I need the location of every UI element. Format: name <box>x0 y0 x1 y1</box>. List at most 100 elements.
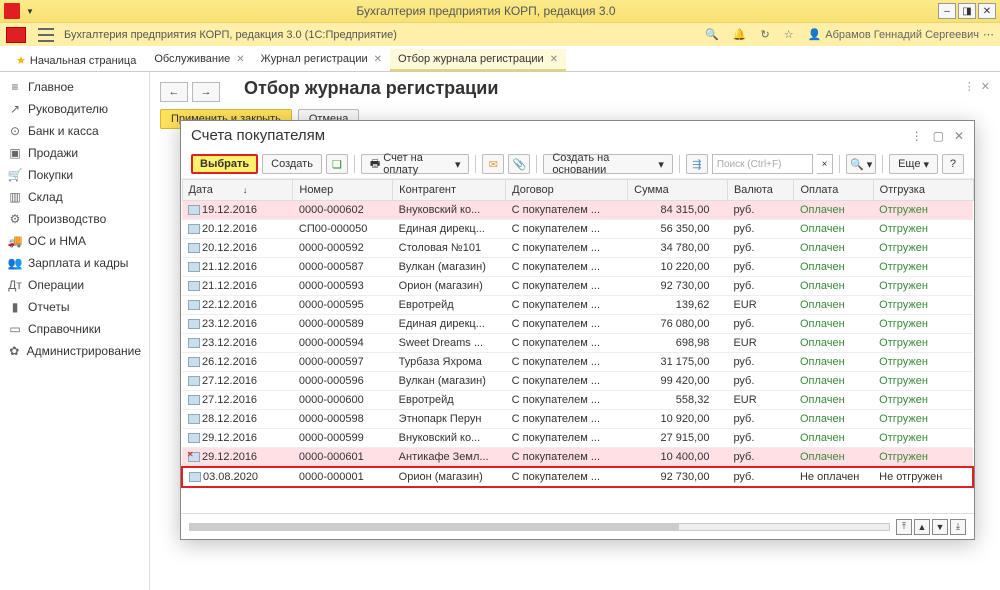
goto-top-button[interactable]: ⤒ <box>896 519 912 535</box>
sidebar-item[interactable]: 👥Зарплата и кадры <box>0 252 149 274</box>
tab-home[interactable]: ★ Начальная страница <box>6 50 146 71</box>
sidebar-item[interactable]: ↗Руководителю <box>0 98 149 120</box>
col-counterparty[interactable]: Контрагент <box>393 180 506 201</box>
maximize-button[interactable]: ◨ <box>958 3 976 19</box>
table-row[interactable]: 23.12.20160000-000589Единая дирекц...С п… <box>182 315 973 334</box>
col-contract[interactable]: Договор <box>506 180 628 201</box>
tab-close-icon[interactable]: ✕ <box>236 54 244 65</box>
col-currency[interactable]: Валюта <box>727 180 794 201</box>
email-button[interactable]: ✉ <box>482 154 504 174</box>
structure-button[interactable]: ⇶ <box>686 154 708 174</box>
more-button[interactable]: Еще ▾ <box>889 154 938 174</box>
table-row[interactable]: 20.12.2016СП00-000050Единая дирекц...С п… <box>182 220 973 239</box>
sidebar-item[interactable]: 🚚ОС и НМА <box>0 230 149 252</box>
filter-button[interactable]: 🔍▾ <box>846 154 876 174</box>
document-icon <box>188 224 200 234</box>
data-grid[interactable]: Дата↓ Номер Контрагент Договор Сумма Вал… <box>181 179 974 513</box>
dialog-close-icon[interactable]: ✕ <box>954 129 964 143</box>
sidebar-item-icon: Дт <box>8 278 22 292</box>
table-row[interactable]: 27.12.20160000-000596Вулкан (магазин)С п… <box>182 372 973 391</box>
sidebar-item[interactable]: ≡Главное <box>0 76 149 98</box>
minimize-button[interactable]: – <box>938 3 956 19</box>
table-row[interactable]: 21.12.20160000-000587Вулкан (магазин)С п… <box>182 258 973 277</box>
attach-button[interactable]: 📎 <box>508 154 530 174</box>
copy-button[interactable]: ❏ <box>326 154 348 174</box>
create-button[interactable]: Создать <box>262 154 322 174</box>
col-date[interactable]: Дата↓ <box>182 180 293 201</box>
sidebar-item-icon: 🛒 <box>8 168 22 182</box>
search-input[interactable]: Поиск (Ctrl+F) <box>712 154 813 174</box>
tab-close-icon[interactable]: ✕ <box>550 54 558 65</box>
document-icon <box>188 376 200 386</box>
document-icon <box>188 262 200 272</box>
document-icon <box>188 205 200 215</box>
col-shipment[interactable]: Отгрузка <box>873 180 973 201</box>
notification-icon[interactable]: 🔔 <box>733 28 747 41</box>
document-icon <box>188 281 200 291</box>
table-row[interactable]: 29.12.20160000-000599Внуковский ко...С п… <box>182 429 973 448</box>
sidebar-item[interactable]: ⊙Банк и касса <box>0 120 149 142</box>
col-sum[interactable]: Сумма <box>628 180 728 201</box>
table-row[interactable]: 22.12.20160000-000595ЕвротрейдС покупате… <box>182 296 973 315</box>
sidebar-item[interactable]: ▮ Отчеты <box>0 296 149 318</box>
sidebar-item[interactable]: 🛒Покупки <box>0 164 149 186</box>
create-based-button[interactable]: Создать на основании ▾ <box>543 154 673 174</box>
table-row[interactable]: 20.12.20160000-000592Столовая №101С поку… <box>182 239 973 258</box>
search-icon[interactable]: 🔍 <box>705 28 719 41</box>
nav-forward-button[interactable]: → <box>192 82 220 102</box>
sidebar-item-label: Склад <box>28 190 63 204</box>
sidebar-item[interactable]: ⚙Производство <box>0 208 149 230</box>
table-row[interactable]: 27.12.20160000-000600ЕвротрейдС покупате… <box>182 391 973 410</box>
table-row[interactable]: 26.12.20160000-000597Турбаза ЯхромаС пок… <box>182 353 973 372</box>
sidebar-item-label: Отчеты <box>28 300 69 314</box>
close-button[interactable]: ✕ <box>978 3 996 19</box>
horizontal-scrollbar[interactable] <box>189 523 890 531</box>
main-menu-icon[interactable] <box>38 28 54 42</box>
table-row[interactable]: 28.12.20160000-000598Этнопарк ПерунС пок… <box>182 410 973 429</box>
sidebar-item[interactable]: ▣Продажи <box>0 142 149 164</box>
print-bill-button[interactable]: 🖶Счет на оплату ▾ <box>361 154 470 174</box>
table-row[interactable]: 21.12.20160000-000593Орион (магазин)С по… <box>182 277 973 296</box>
goto-down-button[interactable]: ▼ <box>932 519 948 535</box>
panel-menu-icon[interactable]: ⋮ <box>964 80 975 93</box>
tab-label: Журнал регистрации <box>261 53 368 65</box>
search-clear-button[interactable]: × <box>817 154 833 174</box>
sidebar-item[interactable]: ДтОперации <box>0 274 149 296</box>
sidebar-item-label: Главное <box>28 80 74 94</box>
help-button[interactable]: ? <box>942 154 964 174</box>
dialog-menu-icon[interactable]: ⋮ <box>911 129 923 143</box>
sidebar-item-label: Администрирование <box>27 344 141 358</box>
sidebar-item-icon: ▮ <box>8 300 22 314</box>
attach-icon: 📎 <box>513 158 527 171</box>
tab-item[interactable]: Отбор журнала регистрации✕ <box>390 49 566 71</box>
sidebar-item[interactable]: ✿Администрирование <box>0 340 149 362</box>
table-row[interactable]: 03.08.20200000-000001Орион (магазин)С по… <box>182 467 973 487</box>
panel-close-icon[interactable]: ✕ <box>981 80 990 93</box>
app-logo-icon <box>4 3 20 19</box>
tab-label: Обслуживание <box>154 53 230 65</box>
nav-back-button[interactable]: ← <box>160 82 188 102</box>
sidebar-item-icon: ⊙ <box>8 124 22 138</box>
sidebar-item[interactable]: ▭Справочники <box>0 318 149 340</box>
col-number[interactable]: Номер <box>293 180 393 201</box>
dialog-toolbar: Выбрать Создать ❏ 🖶Счет на оплату ▾ ✉ 📎 … <box>181 150 974 179</box>
sidebar-item[interactable]: ▥Склад <box>0 186 149 208</box>
app-menu-caret-icon[interactable]: ▼ <box>26 7 34 16</box>
user-menu[interactable]: 👤 Абрамов Геннадий Сергеевич ⋯ <box>808 28 994 41</box>
sidebar-item-icon: ⚙ <box>8 212 22 226</box>
tab-item[interactable]: Обслуживание ✕ <box>146 49 252 71</box>
module-title: Бухгалтерия предприятия КОРП, редакция 3… <box>64 29 397 41</box>
dialog-restore-icon[interactable]: ▢ <box>933 129 944 143</box>
table-row[interactable]: 23.12.20160000-000594Sweet Dreams ...С п… <box>182 334 973 353</box>
table-row[interactable]: 29.12.20160000-000601Антикафе Земл...С п… <box>182 448 973 468</box>
select-button[interactable]: Выбрать <box>191 154 258 174</box>
tab-item[interactable]: Журнал регистрации ✕ <box>253 49 390 71</box>
table-row[interactable]: 19.12.20160000-000602Внуковский ко...С п… <box>182 201 973 220</box>
email-icon: ✉ <box>489 158 498 171</box>
favorite-icon[interactable]: ☆ <box>784 28 794 41</box>
history-icon[interactable]: ↻ <box>760 28 769 41</box>
goto-bottom-button[interactable]: ⤓ <box>950 519 966 535</box>
col-payment[interactable]: Оплата <box>794 180 873 201</box>
goto-up-button[interactable]: ▲ <box>914 519 930 535</box>
tab-close-icon[interactable]: ✕ <box>374 54 382 65</box>
